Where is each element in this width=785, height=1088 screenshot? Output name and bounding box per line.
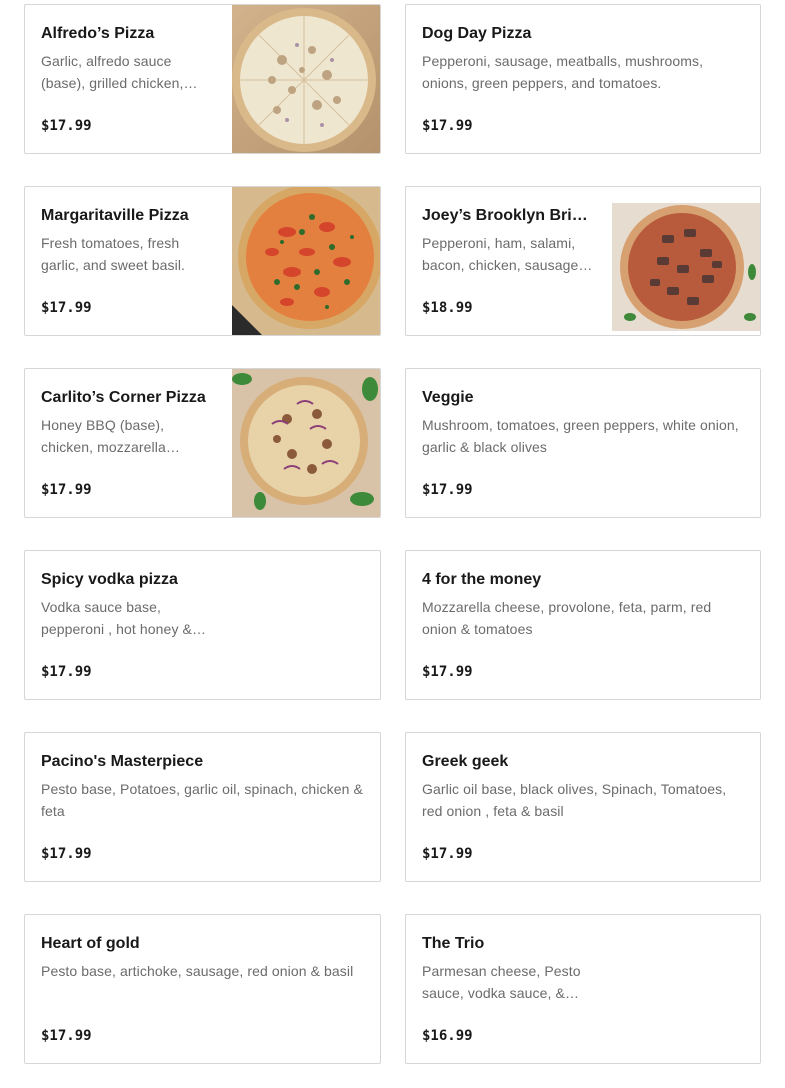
menu-item-name: Carlito’s Corner Pizza: [41, 389, 206, 406]
menu-item-price: $17.99: [422, 482, 473, 498]
menu-item-description: Pesto base, Potatoes, garlic oil, spinac…: [41, 781, 363, 819]
menu-item-price: $17.99: [41, 846, 92, 862]
menu-item-name: Greek geek: [422, 753, 509, 770]
menu-item-text: Margaritaville Pizza Fresh tomatoes, fre…: [41, 205, 215, 276]
menu-item-name: Margaritaville Pizza: [41, 207, 189, 224]
menu-item-price: $17.99: [41, 118, 92, 134]
menu-item-price: $16.99: [422, 1028, 473, 1044]
menu-item-description: Garlic, alfredo sauce (base), grilled ch…: [41, 53, 198, 91]
menu-item-price: $17.99: [422, 846, 473, 862]
menu-item-name: Heart of gold: [41, 935, 140, 952]
menu-row: Margaritaville Pizza Fresh tomatoes, fre…: [24, 186, 761, 336]
menu-item-text: Dog Day Pizza Pepperoni, sausage, meatba…: [422, 23, 744, 94]
menu-item-name: Joey’s Brooklyn Bridg…: [422, 207, 595, 224]
menu-item-card[interactable]: 4 for the money Mozzarella cheese, provo…: [405, 550, 761, 700]
menu-row: Heart of gold Pesto base, artichoke, sau…: [24, 914, 761, 1064]
menu-item-name: Dog Day Pizza: [422, 25, 532, 42]
menu-item-name: Alfredo’s Pizza: [41, 25, 155, 42]
menu-item-description: Mushroom, tomatoes, green peppers, white…: [422, 417, 739, 455]
menu-item-price: $17.99: [422, 664, 473, 680]
menu-item-price: $17.99: [422, 118, 473, 134]
menu-item-card[interactable]: The Trio Parmesan cheese, Pesto sauce, v…: [405, 914, 761, 1064]
menu-item-card[interactable]: Alfredo’s Pizza Garlic, alfredo sauce (b…: [24, 4, 381, 154]
menu-item-description: Vodka sauce base, pepperoni , hot honey …: [41, 599, 207, 637]
menu-row: Spicy vodka pizza Vodka sauce base, pepp…: [24, 550, 761, 700]
margaritaville-pizza-photo: [232, 187, 380, 335]
menu-item-price: $17.99: [41, 664, 92, 680]
menu-item-card[interactable]: Spicy vodka pizza Vodka sauce base, pepp…: [24, 550, 381, 700]
menu-item-description: Pepperoni, sausage, meatballs, mushrooms…: [422, 53, 704, 91]
menu-item-price: $17.99: [41, 1028, 92, 1044]
menu-item-name: 4 for the money: [422, 571, 542, 588]
menu-item-text: Alfredo’s Pizza Garlic, alfredo sauce (b…: [41, 23, 215, 94]
menu-item-text: Veggie Mushroom, tomatoes, green peppers…: [422, 387, 744, 458]
menu-item-text: Pacino's Masterpiece Pesto base, Potatoe…: [41, 751, 364, 822]
menu-item-name: Pacino's Masterpiece: [41, 753, 204, 770]
menu-item-card[interactable]: Greek geek Garlic oil base, black olives…: [405, 732, 761, 882]
alfredo-pizza-photo: [232, 5, 380, 153]
menu-item-price: $18.99: [422, 300, 473, 316]
menu-item-text: 4 for the money Mozzarella cheese, provo…: [422, 569, 744, 640]
menu-item-card[interactable]: Joey’s Brooklyn Bridg… Pepperoni, ham, s…: [405, 186, 761, 336]
menu-item-description: Mozzarella cheese, provolone, feta, parm…: [422, 599, 712, 637]
menu-item-text: Joey’s Brooklyn Bridg… Pepperoni, ham, s…: [422, 205, 595, 276]
menu-item-description: Pesto base, artichoke, sausage, red onio…: [41, 963, 354, 979]
menu-item-card[interactable]: Pacino's Masterpiece Pesto base, Potatoe…: [24, 732, 381, 882]
menu-item-description: Honey BBQ (base), chicken, mozzarella ch…: [41, 417, 166, 455]
menu-item-text: Greek geek Garlic oil base, black olives…: [422, 751, 744, 822]
menu-item-description: Garlic oil base, black olives, Spinach, …: [422, 781, 727, 819]
menu-item-description: Fresh tomatoes, fresh garlic, and sweet …: [41, 235, 186, 273]
menu-item-name: The Trio: [422, 935, 485, 952]
menu-item-card[interactable]: Veggie Mushroom, tomatoes, green peppers…: [405, 368, 761, 518]
menu-item-description: Pepperoni, ham, salami, bacon, chicken, …: [422, 235, 579, 273]
menu-item-card[interactable]: Dog Day Pizza Pepperoni, sausage, meatba…: [405, 4, 761, 154]
menu-grid: Alfredo’s Pizza Garlic, alfredo sauce (b…: [24, 4, 761, 1088]
menu-item-text: Carlito’s Corner Pizza Honey BBQ (base),…: [41, 387, 215, 458]
menu-item-price: $17.99: [41, 482, 92, 498]
menu-item-card[interactable]: Carlito’s Corner Pizza Honey BBQ (base),…: [24, 368, 381, 518]
menu-item-price: $17.99: [41, 300, 92, 316]
menu-item-card[interactable]: Margaritaville Pizza Fresh tomatoes, fre…: [24, 186, 381, 336]
menu-item-text: Spicy vodka pizza Vodka sauce base, pepp…: [41, 569, 220, 640]
menu-item-text: Heart of gold Pesto base, artichoke, sau…: [41, 933, 364, 1004]
menu-item-card[interactable]: Heart of gold Pesto base, artichoke, sau…: [24, 914, 381, 1064]
menu-row: Pacino's Masterpiece Pesto base, Potatoe…: [24, 732, 761, 882]
menu-row: Alfredo’s Pizza Garlic, alfredo sauce (b…: [24, 4, 761, 154]
menu-item-name: Spicy vodka pizza: [41, 571, 178, 588]
menu-row: Carlito’s Corner Pizza Honey BBQ (base),…: [24, 368, 761, 518]
menu-item-text: The Trio Parmesan cheese, Pesto sauce, v…: [422, 933, 600, 1004]
menu-item-name: Veggie: [422, 389, 474, 406]
brooklyn-bridge-pizza-photo: [612, 187, 760, 335]
carlitos-corner-pizza-photo: [232, 369, 380, 517]
menu-item-description: Parmesan cheese, Pesto sauce, vodka sauc…: [422, 963, 581, 1001]
